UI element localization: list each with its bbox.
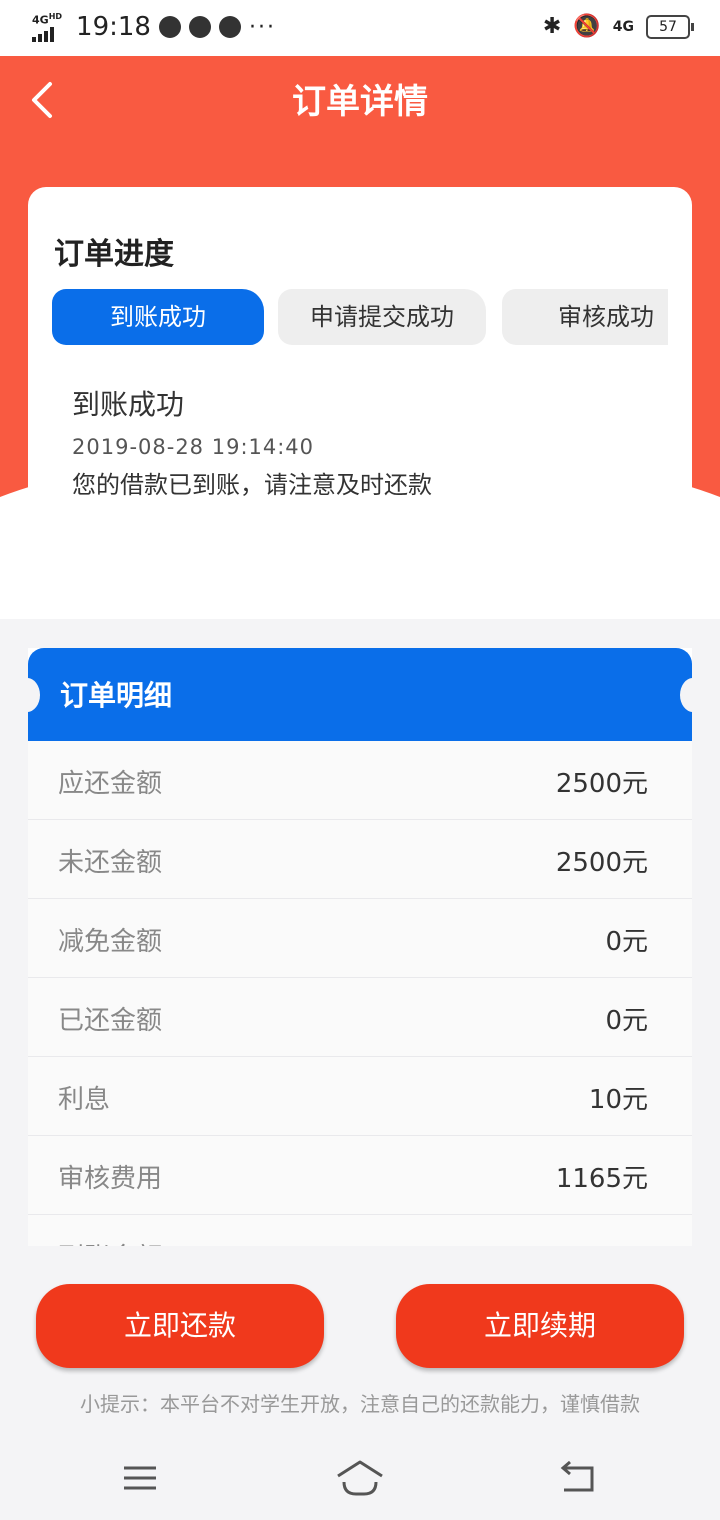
network-hd: HD xyxy=(48,12,63,22)
current-step-desc: 您的借款已到账，请注意及时还款 xyxy=(72,471,432,499)
status-bar: 4GHD 19:18 ··· ✱ 🔕 4G 57 xyxy=(0,0,720,56)
back-nav-button[interactable] xyxy=(550,1456,610,1500)
network-indicator: 4GHD xyxy=(32,12,62,42)
detail-row: 到账金额 1335元 xyxy=(28,1215,692,1246)
detail-value: 2500元 xyxy=(555,848,648,878)
browser-icon xyxy=(218,16,241,38)
detail-value: 2500元 xyxy=(555,769,648,799)
detail-value: 1165元 xyxy=(555,1164,648,1194)
detail-value: 10元 xyxy=(588,1085,648,1115)
order-progress-card: 订单进度 到账成功 申请提交成功 审核成功 到账成功 2019-08-28 19… xyxy=(28,187,692,567)
detail-label: 未还金额 xyxy=(58,848,163,878)
detail-label: 已还金额 xyxy=(58,1006,163,1036)
details-title: 订单明细 xyxy=(60,679,173,712)
step-approved[interactable]: 审核成功 xyxy=(502,289,668,345)
home-nav-button[interactable] xyxy=(330,1456,390,1500)
mute-bell-icon: 🔕 xyxy=(573,14,601,39)
progress-steps: 到账成功 申请提交成功 审核成功 xyxy=(52,287,668,347)
network-type: 4G xyxy=(32,13,49,27)
detail-row: 已还金额 0元 xyxy=(28,978,692,1057)
detail-row: 利息 10元 xyxy=(28,1057,692,1136)
system-nav-bar xyxy=(0,1442,720,1520)
qq-icon xyxy=(188,16,211,38)
detail-label: 利息 xyxy=(58,1085,111,1115)
bluetooth-icon: ✱ xyxy=(542,14,562,39)
menu-nav-button[interactable] xyxy=(110,1456,170,1500)
more-notifications-icon: ··· xyxy=(248,14,276,40)
current-step-detail: 到账成功 2019-08-28 19:14:40 您的借款已到账，请注意及时还款 xyxy=(72,383,432,500)
order-details-card: 订单明细 应还金额 2500元 未还金额 2500元 减免金额 0元 已还金额 … xyxy=(28,648,692,1246)
repay-now-button[interactable]: 立即还款 xyxy=(36,1284,324,1368)
clock: 19:18 xyxy=(76,12,151,42)
bottom-action-bar: 立即还款 立即续期 小提示：本平台不对学生开放，注意自己的还款能力，谨慎借款 xyxy=(0,1246,720,1520)
detail-row: 减免金额 0元 xyxy=(28,899,692,978)
menu-icon xyxy=(124,1466,156,1490)
battery-icon: 57 xyxy=(646,14,694,39)
detail-value: 0元 xyxy=(605,1006,648,1036)
detail-label: 到账金额 xyxy=(58,1237,162,1246)
ticket-notch-right xyxy=(680,678,692,712)
detail-row: 应还金额 2500元 xyxy=(28,741,692,820)
step-submitted[interactable]: 申请提交成功 xyxy=(278,289,486,345)
progress-title: 订单进度 xyxy=(54,237,174,272)
ticket-notch-left xyxy=(28,678,40,712)
detail-row: 审核费用 1165元 xyxy=(28,1136,692,1215)
detail-label: 减免金额 xyxy=(58,927,163,957)
network-type-right: 4G xyxy=(612,18,634,35)
current-step-title: 到账成功 xyxy=(72,388,185,421)
wechat-icon xyxy=(158,16,181,38)
tip-text: 小提示：本平台不对学生开放，注意自己的还款能力，谨慎借款 xyxy=(80,1392,640,1416)
detail-value: 1335元 xyxy=(556,1237,648,1246)
detail-label: 应还金额 xyxy=(58,769,163,799)
detail-row: 未还金额 2500元 xyxy=(28,820,692,899)
detail-value: 0元 xyxy=(605,927,648,957)
signal-icon xyxy=(32,26,62,42)
detail-label: 审核费用 xyxy=(58,1164,163,1194)
details-header: 订单明细 xyxy=(28,648,692,741)
home-icon xyxy=(337,1460,383,1496)
renew-now-button[interactable]: 立即续期 xyxy=(396,1284,684,1368)
back-nav-icon xyxy=(560,1460,594,1492)
current-step-time: 2019-08-28 19:14:40 xyxy=(72,435,315,459)
step-arrived[interactable]: 到账成功 xyxy=(52,289,264,345)
battery-level: 57 xyxy=(659,18,677,35)
page-title: 订单详情 xyxy=(292,82,428,122)
